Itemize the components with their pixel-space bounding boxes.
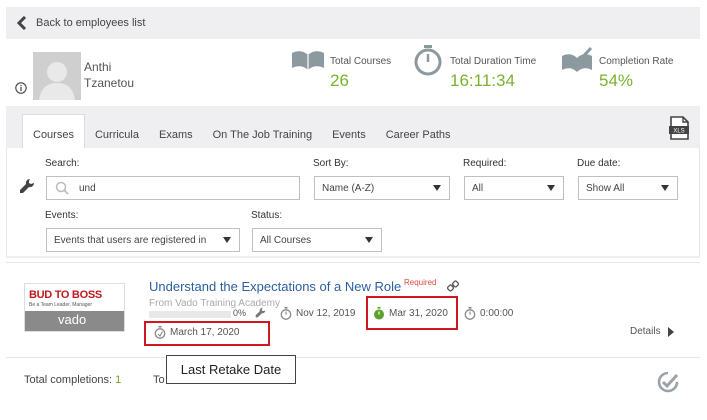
course-title-link[interactable]: Understand the Expectations of a New Rol… (149, 279, 401, 294)
refresh-check-icon[interactable] (657, 371, 679, 393)
details-label: Details (630, 326, 661, 337)
stopwatch-icon (374, 307, 384, 320)
sort-value: Name (A-Z) (322, 182, 375, 194)
course-thumbnail[interactable]: BUD TO BOSS Be a Team Leader, Manager va… (24, 283, 125, 332)
logo-subtitle: Be a Team Leader, Manager (29, 302, 93, 308)
link-icon[interactable] (447, 280, 459, 292)
duration: 0:00:00 (464, 307, 513, 320)
search-value: und (79, 182, 96, 194)
progress-bar (149, 311, 231, 318)
chevron-down-icon (661, 185, 669, 191)
chevron-down-icon (433, 185, 441, 191)
assigned-date: Nov 12, 2019 (280, 307, 356, 320)
events-select[interactable]: Events that users are registered in (46, 228, 240, 252)
completions-footer: Total completions: 1 To (6, 358, 700, 408)
open-book-icon (292, 51, 324, 70)
filters-panel: Search: und Sort By: Name (A-Z) Required… (6, 148, 700, 256)
search-input[interactable]: und (46, 176, 300, 200)
avatar (33, 52, 81, 100)
status-select[interactable]: All Courses (252, 228, 382, 252)
chevron-down-icon (223, 237, 231, 243)
status-value: All Courses (260, 234, 312, 246)
due-date-value: Show All (586, 182, 625, 194)
info-icon[interactable] (15, 82, 27, 94)
second-footer-label: To (153, 374, 165, 386)
duration-text: 0:00:00 (480, 308, 514, 319)
due-date-select[interactable]: Show All (578, 176, 678, 200)
stat-label: Total Duration Time (450, 56, 537, 67)
caret-right-icon (667, 326, 674, 337)
logo-brand: vado (58, 312, 87, 327)
back-to-employees-link[interactable]: Back to employees list (6, 7, 700, 39)
svg-text:XLS: XLS (673, 129, 684, 135)
due-date-label: Due date: (577, 158, 621, 169)
employee-last-name: Tzanetou (84, 76, 135, 90)
sort-label: Sort By: (313, 158, 349, 169)
search-icon (55, 181, 69, 195)
progress-percent: 0% (233, 308, 247, 318)
stopwatch-icon (280, 307, 292, 320)
stopwatch-icon (414, 45, 442, 76)
employee-first-name: Anthi (84, 60, 112, 74)
stat-value: 54% (599, 71, 634, 90)
chevron-left-icon (16, 16, 27, 30)
retake-date: March 17, 2020 (154, 326, 240, 339)
chevron-down-icon (365, 237, 373, 243)
stat-label: Total Courses (330, 56, 392, 67)
required-label: Required: (463, 158, 507, 169)
retake-date-text: March 17, 2020 (170, 327, 240, 338)
stat-value: 16:11:34 (450, 71, 515, 90)
due-date: Mar 31, 2020 (373, 307, 448, 320)
stat-value: 26 (330, 71, 349, 90)
book-checkmark-icon (562, 46, 593, 72)
employee-course-page: Back to employees list Anthi Tzanetou To… (0, 0, 707, 420)
search-label: Search: (45, 158, 80, 169)
events-label: Events: (45, 210, 79, 221)
wrench-icon[interactable] (19, 178, 35, 194)
course-row: BUD TO BOSS Be a Team Leader, Manager va… (6, 262, 700, 358)
total-completions: Total completions: 1 (24, 374, 121, 386)
due-date-text: Mar 31, 2020 (389, 308, 448, 319)
status-label: Status: (251, 210, 283, 221)
chevron-down-icon (547, 185, 555, 191)
employee-summary: Anthi Tzanetou Total Courses 26 Total Du… (6, 40, 700, 106)
logo-title: BUD TO BOSS (29, 289, 102, 301)
assigned-date-text: Nov 12, 2019 (296, 308, 356, 319)
sort-select[interactable]: Name (A-Z) (314, 176, 450, 200)
total-completions-label: Total completions: (24, 374, 113, 386)
tooltip: Last Retake Date (166, 355, 296, 384)
excel-export-icon[interactable]: XLS (668, 116, 690, 140)
wrench-icon[interactable] (255, 307, 266, 318)
back-label: Back to employees list (36, 17, 146, 29)
stat-label: Completion Rate (599, 56, 674, 67)
total-completions-value: 1 (115, 374, 122, 386)
stopwatch-icon (464, 307, 476, 320)
required-tag: Required (404, 278, 437, 287)
retake-icon (154, 326, 166, 339)
required-value: All (472, 182, 484, 194)
details-button[interactable]: Details (630, 326, 674, 337)
required-select[interactable]: All (464, 176, 564, 200)
events-value: Events that users are registered in (54, 234, 207, 246)
